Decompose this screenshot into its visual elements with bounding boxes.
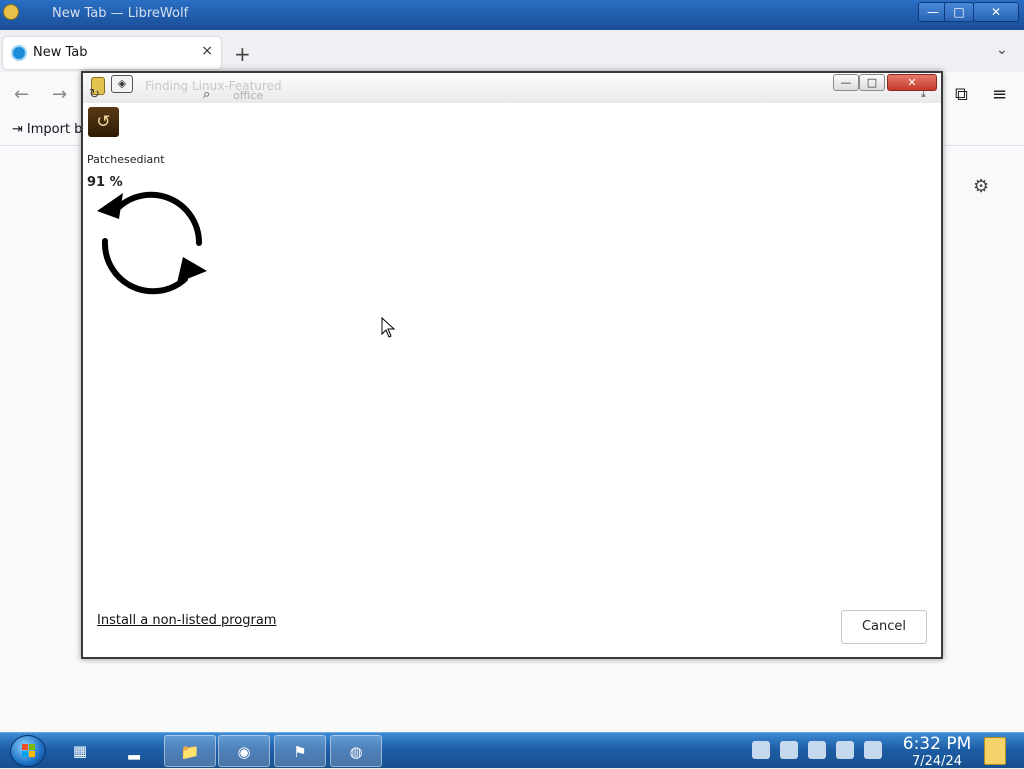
dialog-maximize-button[interactable]: □ [859,74,885,91]
window-title: New Tab — LibreWolf [52,6,189,21]
import-label: Import b [26,122,83,137]
tray-icon-clipboard[interactable] [752,741,770,759]
new-tab-button[interactable]: + [234,42,251,66]
window-menu-icon[interactable]: ◈ [111,75,133,93]
taskbar: ▦ ▂ 📁 ◉ ⚑ ◍ 6:32 PM 7/24/24 [0,732,1024,769]
browser-titlebar: New Tab — LibreWolf — □ ✕ [0,0,1024,30]
mouse-cursor [381,317,396,338]
taskbar-item-2[interactable]: ▂ [108,735,160,767]
app-menu-button[interactable]: ≡ [992,84,1007,105]
import-icon: ⇥ [12,122,23,137]
start-button[interactable] [10,735,46,767]
tab-close-icon[interactable]: × [201,43,213,59]
dialog-title-ghost-2: office [233,89,264,102]
taskbar-item-5[interactable]: ⚑ [274,735,326,767]
tab-new-tab[interactable]: New Tab × [3,37,221,69]
forward-button[interactable]: → [52,84,67,105]
clock-date: 7/24/24 [911,754,963,769]
tray-icon-usb[interactable] [808,741,826,759]
close-button[interactable]: ✕ [973,2,1019,22]
refresh-spinner-icon [97,191,207,295]
taskbar-item-1[interactable]: ▦ [54,735,106,767]
install-dialog: ◈ Finding Linux-Featured office ↻ ⌕ ⤓ — … [81,71,943,659]
dialog-close-button[interactable]: ✕ [887,74,937,91]
search-icon[interactable]: ⌕ [203,87,210,102]
import-bookmarks-button[interactable]: ⇥ Import b [12,122,82,137]
tab-strip: New Tab × + ⌄ [0,30,1024,72]
tab-label: New Tab [33,45,88,60]
clock-time: 6:32 PM [902,734,972,754]
tray-icon-notes[interactable] [864,741,882,759]
tray-icon-battery[interactable] [836,741,854,759]
maximize-button[interactable]: □ [944,2,974,22]
dialog-minimize-button[interactable]: — [833,74,859,91]
tray-icon-network[interactable] [780,741,798,759]
extensions-button[interactable]: ⧉ [955,84,968,105]
clock[interactable]: 6:32 PM 7/24/24 [898,733,976,769]
refresh-icon[interactable]: ↻ [89,87,100,102]
back-button[interactable]: ← [14,84,29,105]
taskbar-item-4[interactable]: ◉ [218,735,270,767]
windows-logo-icon [22,744,35,757]
system-tray [752,741,892,763]
tab-list-button[interactable]: ⌄ [996,42,1008,58]
undo-badge-icon: ↺ [88,107,119,137]
install-non-listed-link[interactable]: Install a non-listed program [97,613,276,628]
status-text: Patchesediant [87,153,165,166]
settings-gear-icon[interactable]: ⚙ [973,176,989,197]
dialog-titlebar: ◈ Finding Linux-Featured office ↻ ⌕ ⤓ — … [83,73,941,103]
taskbar-item-librewolf[interactable]: ◍ [330,735,382,767]
show-desktop-button[interactable] [984,737,1006,765]
cancel-button[interactable]: Cancel [841,610,927,644]
librewolf-icon [3,4,19,20]
taskbar-item-files[interactable]: 📁 [164,735,216,767]
librewolf-tab-icon [11,45,27,61]
